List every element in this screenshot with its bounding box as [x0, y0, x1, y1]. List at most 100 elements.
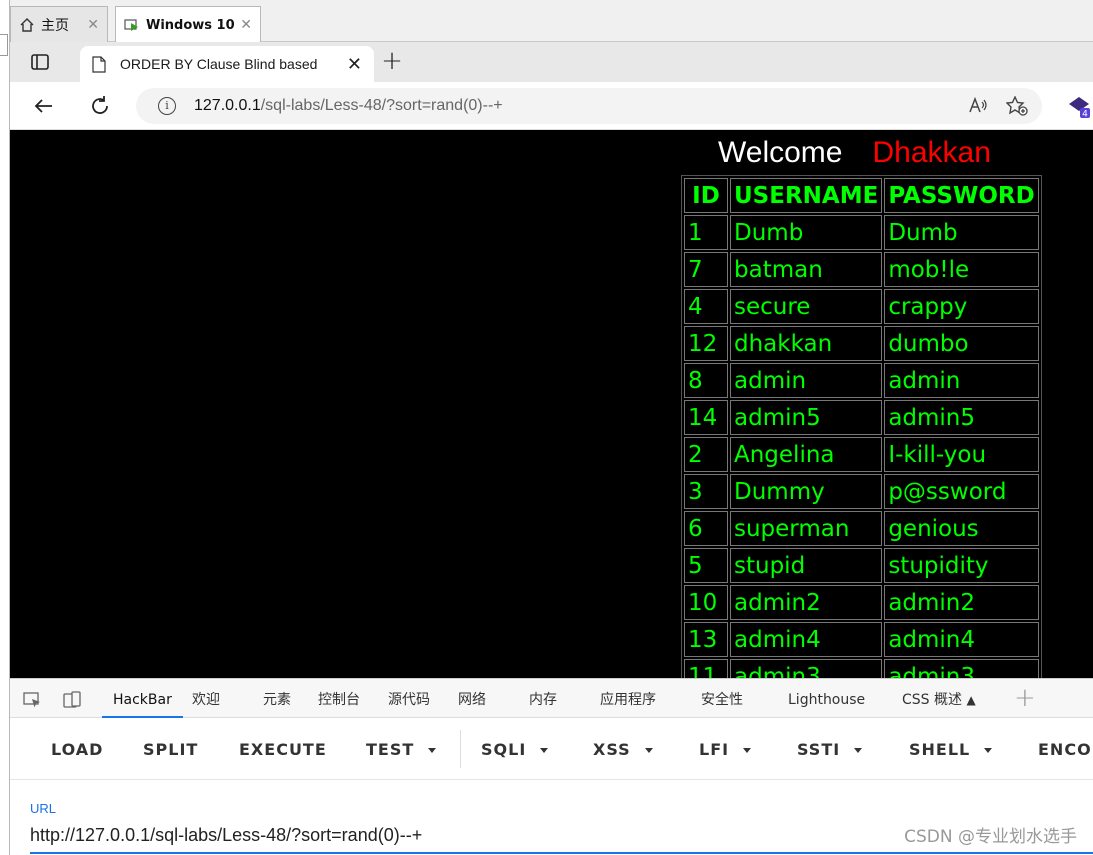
cell-username: Dumb — [730, 215, 883, 250]
info-icon[interactable]: i — [158, 97, 176, 115]
table-row: 13 admin4 admin4 — [684, 622, 1039, 657]
cell-password: mob!le — [884, 252, 1039, 287]
cell-id: 14 — [684, 400, 728, 435]
url-path: /sql-labs/Less-48/?sort=rand(0)--+ — [260, 97, 503, 114]
devtools-tab-network[interactable]: 网络 — [458, 679, 486, 718]
cell-username: stupid — [730, 548, 883, 583]
hackbar-toolbar: LOAD SPLIT EXECUTE TEST SQLI XSS LFI SST… — [10, 718, 1093, 780]
table-row: 8 admin admin — [684, 363, 1039, 398]
cell-password: genious — [884, 511, 1039, 546]
header-username: USERNAME — [730, 178, 883, 213]
cell-password: p@ssword — [884, 474, 1039, 509]
left-gutter — [0, 0, 10, 855]
table-row: 4 secure crappy — [684, 289, 1039, 324]
split-button[interactable]: SPLIT — [143, 740, 198, 759]
cell-id: 1 — [684, 215, 728, 250]
button-label: LOAD — [51, 740, 104, 759]
cell-username: admin2 — [730, 585, 883, 620]
chevron-down-icon — [540, 748, 549, 753]
cell-username: admin3 — [730, 659, 883, 678]
home-icon — [19, 17, 35, 33]
devtools-tab-memory[interactable]: 内存 — [529, 679, 557, 718]
read-aloud-icon[interactable] — [968, 96, 988, 121]
devtools-tab-elements[interactable]: 元素 — [263, 679, 291, 718]
cell-password: stupidity — [884, 548, 1039, 583]
welcome-user: Dhakkan — [872, 136, 991, 169]
execute-button[interactable]: EXECUTE — [239, 740, 327, 759]
cell-id: 6 — [684, 511, 728, 546]
welcome-banner: Welcome Dhakkan — [718, 136, 991, 170]
table-row: 3 Dummy p@ssword — [684, 474, 1039, 509]
table-row: 10 admin2 admin2 — [684, 585, 1039, 620]
css-overview-label: CSS 概述 — [902, 692, 962, 708]
toolbar-divider — [460, 730, 461, 768]
device-emulation-icon[interactable] — [62, 690, 82, 710]
button-label: TEST — [366, 740, 415, 759]
header-password: PASSWORD — [884, 178, 1039, 213]
encoding-dropdown[interactable]: ENCO — [1038, 740, 1092, 759]
vm-icon — [124, 17, 140, 33]
table-row: 14 admin5 admin5 — [684, 400, 1039, 435]
button-label: XSS — [593, 740, 631, 759]
shell-dropdown[interactable]: SHELL — [909, 740, 993, 759]
tab-actions-icon[interactable] — [30, 52, 50, 72]
chevron-down-icon — [743, 748, 752, 753]
devtools-tab-sources[interactable]: 源代码 — [388, 679, 430, 718]
cell-username: superman — [730, 511, 883, 546]
screen: 主页 ✕ Windows 10 ✕ ORDER BY Clause Blind … — [0, 0, 1093, 855]
lfi-dropdown[interactable]: LFI — [699, 740, 752, 759]
vm-tab-home[interactable]: 主页 ✕ — [10, 6, 108, 42]
xss-dropdown[interactable]: XSS — [593, 740, 653, 759]
vm-tab-windows10[interactable]: Windows 10 ✕ — [115, 6, 261, 43]
vm-tab-label: Windows 10 — [146, 17, 235, 33]
users-table: ID USERNAME PASSWORD 1 Dumb Dumb 7 batman mo… — [681, 175, 1042, 678]
cell-password: crappy — [884, 289, 1039, 324]
button-label: LFI — [699, 740, 730, 759]
table-row: 12 dhakkan dumbo — [684, 326, 1039, 361]
close-icon[interactable]: ✕ — [240, 17, 252, 33]
table-row: 7 batman mob!le — [684, 252, 1039, 287]
cell-id: 11 — [684, 659, 728, 678]
favorite-add-icon[interactable] — [1005, 95, 1028, 121]
cell-password: dumbo — [884, 326, 1039, 361]
devtools-tab-console[interactable]: 控制台 — [318, 679, 360, 718]
cell-username: secure — [730, 289, 883, 324]
table-row: 1 Dumb Dumb — [684, 215, 1039, 250]
ssti-dropdown[interactable]: SSTI — [797, 740, 863, 759]
url-box[interactable]: i 127.0.0.1/sql-labs/Less-48/?sort=rand(… — [136, 88, 1042, 124]
load-button[interactable]: LOAD — [51, 740, 103, 759]
devtools-tabs: HackBar 欢迎 元素 控制台 源代码 网络 内存 应用程序 安全性 Lig… — [10, 678, 1093, 718]
close-tab-icon[interactable]: ✕ — [347, 54, 362, 75]
button-label: SHELL — [909, 740, 971, 759]
test-dropdown[interactable]: TEST — [366, 740, 437, 759]
more-tools-icon[interactable]: + — [1014, 683, 1036, 713]
back-icon[interactable] — [32, 94, 56, 118]
devtools-tab-lighthouse[interactable]: Lighthouse — [788, 679, 865, 718]
button-label: SPLIT — [143, 740, 199, 759]
cell-id: 13 — [684, 622, 728, 657]
extension-icon[interactable]: 4 — [1068, 96, 1090, 118]
cell-id: 5 — [684, 548, 728, 583]
cell-username: batman — [730, 252, 883, 287]
url-actions — [968, 95, 1028, 121]
vm-tab-strip: 主页 ✕ Windows 10 ✕ — [10, 0, 1093, 43]
cell-password: admin2 — [884, 585, 1039, 620]
devtools-tab-css-overview[interactable]: CSS 概述 ▲ — [902, 679, 976, 718]
devtools-tab-welcome[interactable]: 欢迎 — [192, 679, 220, 718]
cell-id: 12 — [684, 326, 728, 361]
devtools-tab-hackbar[interactable]: HackBar — [102, 679, 183, 718]
browser-tab-active[interactable]: ORDER BY Clause Blind based ✕ — [80, 46, 374, 82]
inspect-element-icon[interactable] — [22, 690, 42, 710]
refresh-icon[interactable] — [88, 94, 112, 118]
devtools-tab-application[interactable]: 应用程序 — [600, 679, 656, 718]
new-tab-button[interactable]: + — [378, 48, 406, 76]
cell-password: admin — [884, 363, 1039, 398]
welcome-text: Welcome — [718, 136, 843, 169]
devtools-tab-security[interactable]: 安全性 — [701, 679, 743, 718]
url-field-label: URL — [30, 801, 57, 816]
cell-id: 2 — [684, 437, 728, 472]
gutter-box — [0, 34, 8, 56]
cell-id: 10 — [684, 585, 728, 620]
sqli-dropdown[interactable]: SQLI — [481, 740, 549, 759]
close-icon[interactable]: ✕ — [87, 17, 99, 33]
